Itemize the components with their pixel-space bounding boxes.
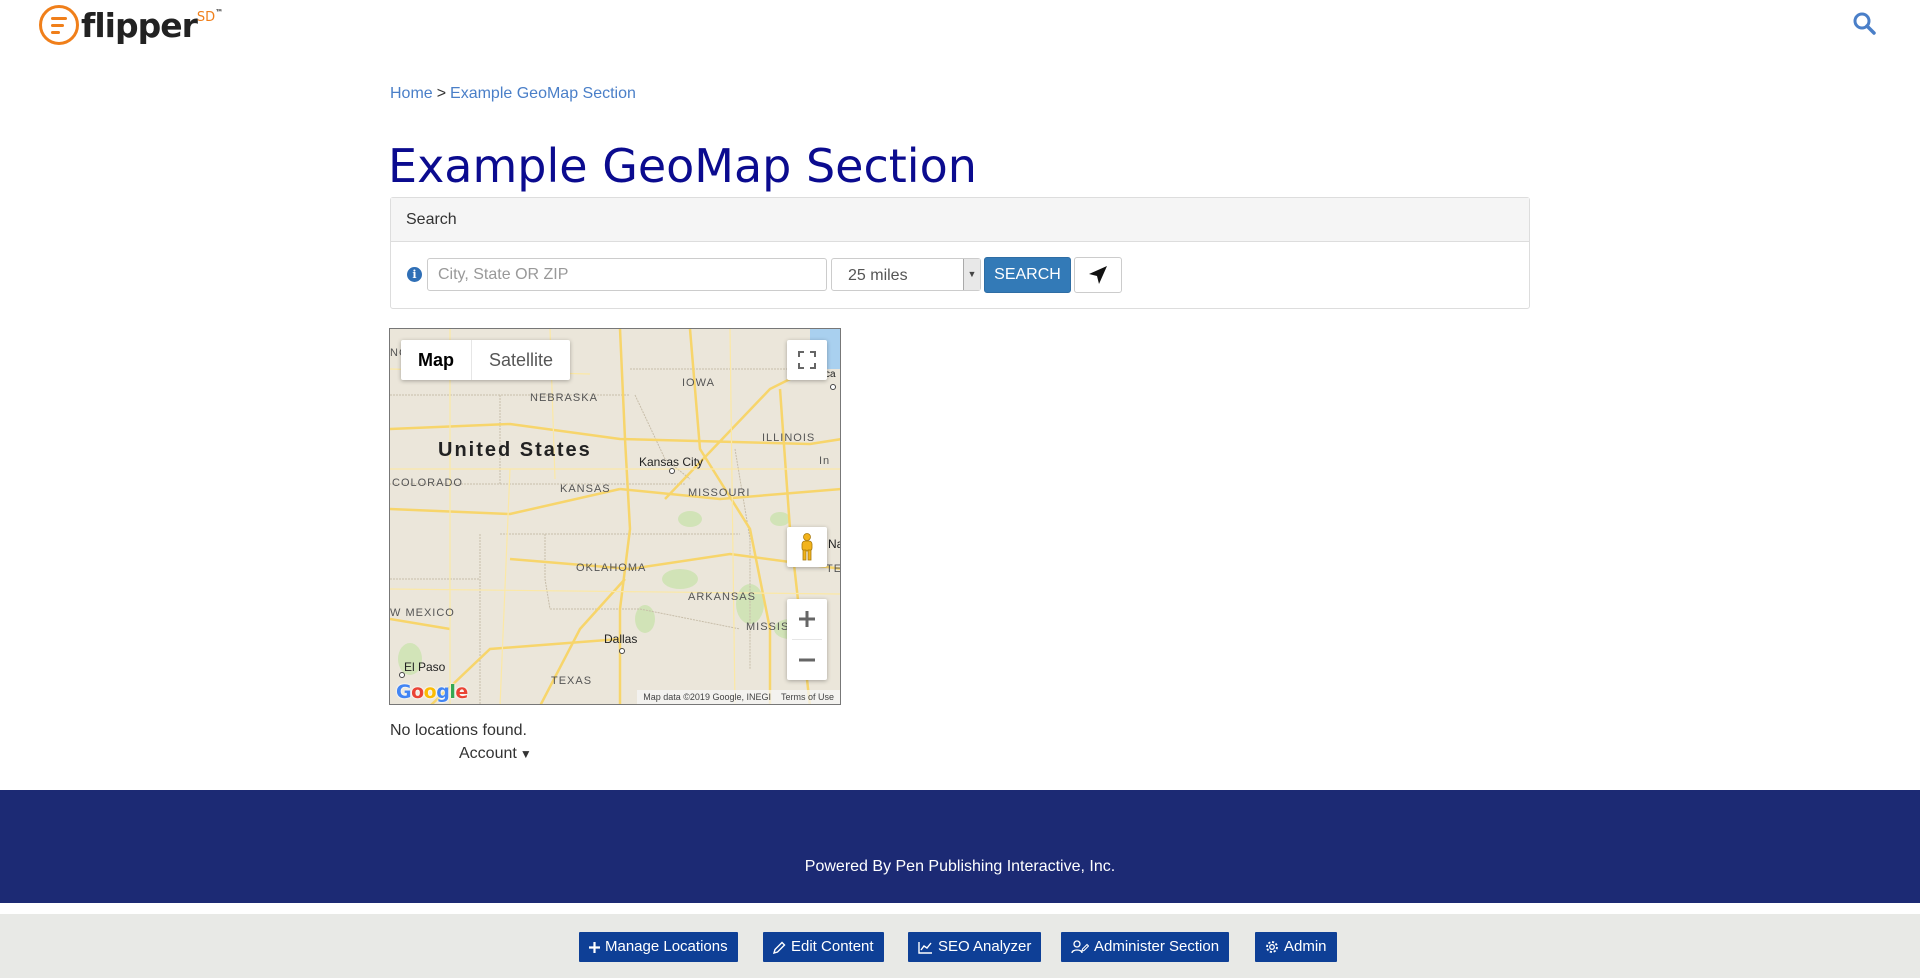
- distance-select[interactable]: 25 miles ▼: [831, 258, 981, 291]
- pegman-icon: [801, 533, 813, 561]
- map-label-iowa: IOWA: [682, 377, 715, 389]
- fullscreen-button[interactable]: [787, 340, 827, 380]
- account-label: Account: [459, 745, 517, 762]
- chevron-down-icon: ▼: [963, 259, 980, 290]
- location-search-input[interactable]: [427, 258, 827, 291]
- search-button[interactable]: SEARCH: [984, 257, 1071, 293]
- plus-icon: [589, 941, 600, 953]
- map-label-dallas: Dallas: [604, 632, 638, 646]
- map-type-control: Map Satellite: [401, 340, 571, 380]
- gear-icon: [1265, 940, 1279, 954]
- minus-icon: [799, 658, 815, 662]
- edit-content-button[interactable]: Edit Content: [763, 932, 884, 962]
- seo-analyzer-button[interactable]: SEO Analyzer: [908, 932, 1042, 962]
- map-label-oklahoma: OKLAHOMA: [576, 562, 647, 574]
- map-label-tennessee: TEN: [826, 563, 840, 575]
- seo-analyzer-label: SEO Analyzer: [938, 938, 1032, 955]
- logo-trademark: ™: [215, 7, 224, 17]
- administer-section-button[interactable]: Administer Section: [1061, 932, 1230, 962]
- account-dropdown[interactable]: Account ▼: [459, 745, 532, 763]
- empty-results-message: No locations found.: [390, 722, 527, 739]
- pencil-icon: [773, 941, 786, 954]
- site-logo[interactable]: flipperSD™: [39, 4, 223, 46]
- edit-content-label: Edit Content: [791, 938, 874, 955]
- google-logo[interactable]: Google: [396, 681, 468, 703]
- map-label-missouri: MISSOURI: [688, 487, 751, 499]
- manage-locations-label: Manage Locations: [605, 938, 728, 955]
- page-title: Example GeoMap Section: [388, 139, 977, 193]
- map-type-satellite-button[interactable]: Satellite: [472, 340, 570, 380]
- admin-label: Admin: [1284, 938, 1327, 955]
- map-label-texas: TEXAS: [551, 675, 593, 687]
- map-label-country: United States: [438, 439, 592, 461]
- map-type-map-button[interactable]: Map: [401, 340, 472, 380]
- distance-select-value: 25 miles: [848, 267, 908, 284]
- map-attribution: Map data ©2019 Google, INEGI Terms of Use: [637, 690, 840, 704]
- search-icon[interactable]: [1852, 11, 1876, 35]
- street-view-pegman[interactable]: [787, 527, 827, 567]
- map-terms-link[interactable]: Terms of Use: [781, 692, 834, 702]
- site-footer: [0, 790, 1920, 903]
- zoom-control: [787, 599, 827, 680]
- breadcrumb-home-link[interactable]: Home: [390, 85, 433, 102]
- use-my-location-button[interactable]: [1074, 257, 1122, 293]
- search-panel: Search i 25 miles ▼ SEARCH: [390, 197, 1530, 309]
- map-data-credit: Map data ©2019 Google, INEGI: [643, 692, 771, 702]
- map-label-new-mexico: W MEXICO: [390, 607, 455, 619]
- logo-superscript: SD: [196, 9, 216, 25]
- map-label-mississippi: MISSIS: [746, 621, 790, 633]
- caret-down-icon: ▼: [519, 747, 532, 761]
- breadcrumb-separator: >: [436, 85, 447, 102]
- zoom-out-button[interactable]: [787, 640, 827, 680]
- plus-icon: [799, 611, 815, 627]
- map-label-arkansas: ARKANSAS: [688, 591, 756, 603]
- map-label-kansas-city: Kansas City: [639, 455, 704, 469]
- map-label-nashville: Na: [828, 537, 840, 551]
- zoom-in-button[interactable]: [787, 599, 827, 639]
- map-label-indiana: In: [819, 455, 831, 467]
- logo-mark-icon: [39, 5, 79, 45]
- map-label-nebraska: NEBRASKA: [530, 392, 598, 404]
- info-icon[interactable]: i: [407, 267, 422, 282]
- administer-section-label: Administer Section: [1094, 938, 1220, 955]
- logo-wordmark: flipperSD™: [81, 5, 224, 45]
- manage-locations-button[interactable]: Manage Locations: [579, 932, 738, 962]
- map-label-kansas: KANSAS: [560, 483, 611, 495]
- breadcrumb-current-link[interactable]: Example GeoMap Section: [450, 85, 636, 102]
- footer-powered-by: Powered By Pen Publishing Interactive, I…: [804, 858, 1116, 875]
- map-label-el-paso: El Paso: [404, 660, 446, 674]
- map-tiles: [390, 329, 840, 704]
- breadcrumb: Home > Example GeoMap Section: [390, 85, 636, 103]
- line-chart-icon: [918, 941, 933, 954]
- location-arrow-icon: [1089, 266, 1107, 284]
- map-label-illinois: ILLINOIS: [762, 432, 816, 444]
- admin-button[interactable]: Admin: [1255, 932, 1337, 962]
- geo-map[interactable]: NC NEBRASKA IOWA ILLINOIS United States …: [389, 328, 841, 705]
- map-label-colorado: COLORADO: [392, 477, 463, 489]
- user-edit-icon: [1071, 940, 1089, 954]
- search-panel-title: Search: [391, 198, 1529, 242]
- fullscreen-icon: [798, 351, 816, 369]
